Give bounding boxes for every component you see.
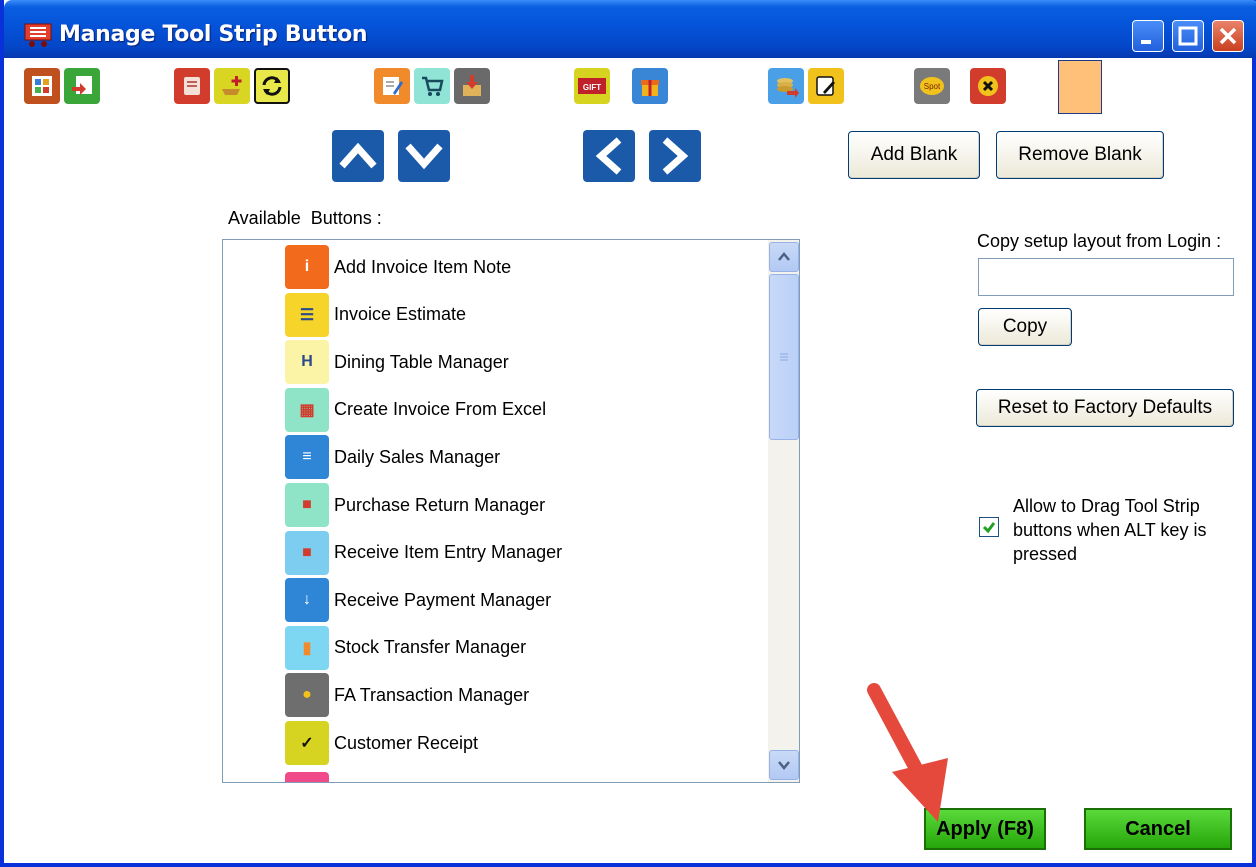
money-transfer-icon[interactable] [768, 68, 804, 104]
arrow-left-icon [595, 137, 622, 175]
list-item[interactable]: ■ Purchase Return Manager [285, 483, 765, 527]
arrow-up-icon [339, 142, 377, 169]
list-item-label: Daily Sales Manager [334, 446, 501, 467]
copy-setup-label: Copy setup layout from Login : [977, 231, 1222, 251]
list-item-label: Invoice Estimate [334, 304, 467, 325]
truck-return-icon: ■ [285, 483, 329, 527]
blank-slot-icon[interactable] [1058, 60, 1102, 114]
maximize-button[interactable] [1172, 20, 1204, 52]
list-item[interactable]: ☰ Invoice Estimate [285, 292, 765, 337]
available-buttons-list[interactable]: i Add Invoice Item Note ☰ Invoice Estimate H… [222, 239, 800, 783]
edit-pad-icon[interactable] [808, 68, 844, 104]
add-item-icon[interactable] [214, 68, 250, 104]
coins-icon: ● [285, 673, 329, 718]
red-annotation-arrow-icon [867, 683, 948, 822]
tool-strip: GIFT Spot [8, 58, 1252, 122]
maximize-icon [1178, 26, 1198, 46]
gift-card-icon[interactable]: GIFT [574, 68, 610, 104]
chevron-down-icon [778, 761, 790, 770]
scroll-thumb[interactable] [769, 274, 799, 440]
move-right-button[interactable] [649, 130, 701, 182]
list-item-label: Stock Transfer Manager [334, 637, 527, 658]
truck-icon: ■ [285, 530, 329, 575]
partial-list-icon [285, 772, 329, 782]
scroll-up-button[interactable] [769, 242, 799, 272]
list-item[interactable]: H Dining Table Manager [285, 340, 765, 385]
move-left-button[interactable] [583, 130, 635, 182]
svg-text:GIFT: GIFT [583, 83, 601, 92]
minimize-button[interactable] [1132, 20, 1164, 52]
receipt-check-icon: ✓ [285, 721, 329, 765]
scroll-icon[interactable] [174, 68, 210, 104]
list-item-label: Receive Payment Manager [334, 589, 552, 610]
list-item-label: Receive Item Entry Manager [334, 542, 563, 563]
close-x-icon[interactable] [970, 68, 1006, 104]
move-down-button[interactable] [398, 130, 450, 182]
title-bar[interactable]: Manage Tool Strip Button [4, 0, 1256, 58]
grip-icon [780, 353, 788, 361]
scroll-down-button[interactable] [769, 750, 799, 780]
gift-box-icon[interactable] [632, 68, 668, 104]
refresh-icon[interactable] [254, 68, 290, 104]
minimize-icon [1141, 40, 1151, 44]
chevron-up-icon [778, 252, 790, 261]
report-export-icon[interactable] [64, 68, 100, 104]
list-item[interactable]: ↓ Receive Payment Manager [285, 578, 765, 623]
copy-login-input[interactable] [978, 258, 1234, 296]
arrow-right-icon [662, 137, 689, 175]
vertical-scrollbar[interactable] [767, 240, 799, 782]
close-button[interactable] [1212, 20, 1244, 52]
list-item-label: Dining Table Manager [334, 351, 509, 372]
add-blank-button[interactable]: Add Blank [848, 131, 980, 179]
manage-tool-strip-window: Manage Tool Strip Button GIFT Spot Add B… [0, 0, 1256, 867]
list-item-label: Add Invoice Item Note [334, 256, 512, 277]
list-item[interactable]: ✓ Customer Receipt [285, 721, 765, 765]
layout-icon[interactable] [24, 68, 60, 104]
list-item[interactable]: ■ Receive Item Entry Manager [285, 530, 765, 575]
list-item[interactable]: ≡ Daily Sales Manager [285, 435, 765, 480]
stock-transfer-icon: ▮ [285, 625, 329, 670]
daily-sales-icon: ≡ [285, 435, 329, 480]
excel-icon: ▦ [285, 387, 329, 432]
box-download-icon[interactable] [454, 68, 490, 104]
list-item-label: FA Transaction Manager [334, 684, 530, 705]
cart-icon[interactable] [414, 68, 450, 104]
dining-table-icon: H [285, 340, 329, 385]
edit-note-icon[interactable] [374, 68, 410, 104]
remove-blank-button[interactable]: Remove Blank [996, 131, 1164, 179]
allow-drag-checkbox[interactable] [979, 517, 999, 537]
list-item[interactable]: ▦ Create Invoice From Excel [285, 387, 765, 432]
svg-text:Spot: Spot [924, 82, 941, 91]
list-item[interactable]: i Add Invoice Item Note [285, 245, 765, 289]
move-up-button[interactable] [332, 130, 384, 182]
spot-icon[interactable]: Spot [914, 68, 950, 104]
checkmark-icon [982, 522, 996, 534]
available-buttons-label: Available Buttons : [228, 208, 382, 228]
allow-drag-label: Allow to Drag Tool Strip buttons when AL… [1013, 496, 1207, 564]
arrow-down-icon [405, 143, 443, 170]
window-title: Manage Tool Strip Button [59, 22, 368, 47]
copy-button[interactable]: Copy [978, 308, 1072, 346]
estimate-icon: ☰ [285, 292, 329, 337]
info-icon: i [285, 245, 329, 289]
list-item-label: Create Invoice From Excel [334, 399, 547, 420]
cart-app-icon [24, 23, 52, 47]
list-item-label: Customer Receipt [334, 732, 479, 753]
cancel-button[interactable]: Cancel [1084, 808, 1232, 850]
list-item[interactable]: ▮ Stock Transfer Manager [285, 625, 765, 670]
close-icon [1219, 27, 1237, 45]
list-item[interactable]: ● FA Transaction Manager [285, 673, 765, 718]
reset-factory-defaults-button[interactable]: Reset to Factory Defaults [976, 389, 1234, 427]
download-icon: ↓ [285, 578, 329, 623]
list-item-label: Purchase Return Manager [334, 494, 546, 515]
